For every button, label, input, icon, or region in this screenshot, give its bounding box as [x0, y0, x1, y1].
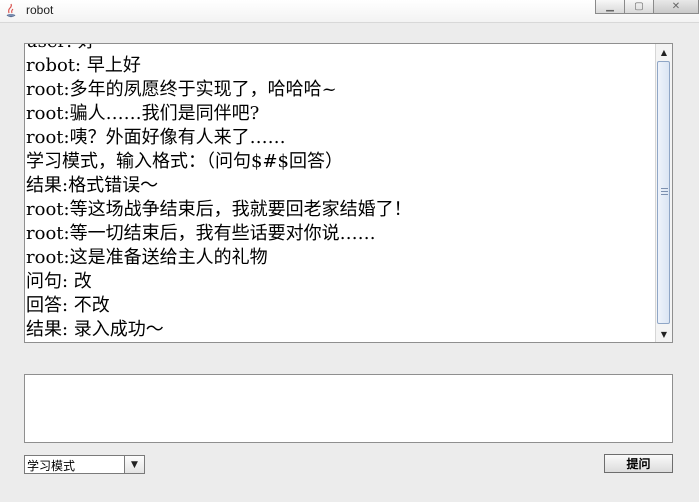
- chat-line: root:这是准备送给主人的礼物: [26, 247, 268, 268]
- grip-icon: [661, 188, 668, 195]
- chat-line: robot: 早上好: [26, 55, 141, 76]
- scroll-thumb[interactable]: [657, 61, 670, 324]
- chat-line: 学习模式，输入格式：（问句$#$回答）: [26, 151, 343, 172]
- chat-line: 回答: 不改: [26, 295, 110, 316]
- window-controls: ▁ ▢ ✕: [595, 0, 699, 14]
- chat-line: root:骗人……我们是同伴吧?: [26, 103, 260, 124]
- mode-select[interactable]: 学习模式 ▼: [24, 455, 145, 474]
- title-bar: robot ▁ ▢ ✕: [0, 0, 699, 23]
- chat-line: 结果:格式错误～: [26, 175, 159, 196]
- chat-line: user: 好: [25, 44, 657, 54]
- java-app-icon: [3, 3, 19, 19]
- chevron-down-icon[interactable]: ▼: [124, 456, 144, 473]
- mode-select-value: 学习模式: [27, 459, 76, 473]
- chat-line: root:等这场战争结束后，我就要回老家结婚了！: [26, 199, 412, 220]
- window-title: robot: [26, 3, 54, 17]
- minimize-icon[interactable]: ▁: [595, 0, 625, 14]
- chat-line: root:多年的夙愿终于实现了，哈哈哈~: [26, 79, 337, 100]
- message-input[interactable]: [24, 374, 673, 443]
- close-icon[interactable]: ✕: [654, 0, 699, 14]
- scroll-up-icon[interactable]: ▲: [656, 44, 672, 60]
- ask-button[interactable]: 提问: [604, 454, 673, 473]
- chat-line: root:等一切结束后，我有些话要对你说……: [26, 223, 376, 244]
- chat-lines: user: 好 robot: 早上好 root:多年的夙愿终于实现了，哈哈哈~ …: [25, 44, 657, 342]
- chat-line: root:咦？外面好像有人来了……: [26, 127, 286, 148]
- chat-scrollbar[interactable]: ▲ ▼: [655, 44, 672, 342]
- chat-log[interactable]: user: 好 robot: 早上好 root:多年的夙愿终于实现了，哈哈哈~ …: [24, 43, 673, 343]
- maximize-icon[interactable]: ▢: [625, 0, 654, 14]
- main-panel: user: 好 robot: 早上好 root:多年的夙愿终于实现了，哈哈哈~ …: [0, 23, 699, 502]
- chat-line: 结果: 录入成功～: [26, 319, 164, 340]
- scroll-down-icon[interactable]: ▼: [656, 326, 672, 342]
- chat-line: 问句: 改: [26, 271, 92, 292]
